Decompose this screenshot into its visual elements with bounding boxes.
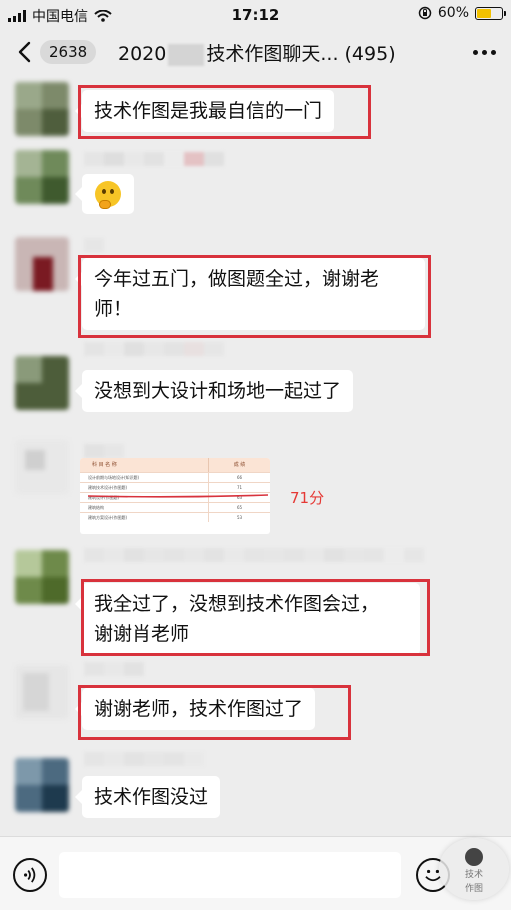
avatar[interactable] <box>15 550 69 604</box>
message-text: 技术作图没过 <box>94 786 209 808</box>
avatar[interactable] <box>15 440 69 494</box>
highlight-box <box>78 255 431 338</box>
highlight-box <box>78 685 351 740</box>
chat-input-bar <box>0 836 511 910</box>
score-subject: 建筑结构 <box>88 505 104 510</box>
lock-rotation-icon <box>418 6 432 20</box>
sender-name <box>84 152 224 166</box>
score-note: 71分 <box>290 489 325 507</box>
sender-name <box>84 662 144 676</box>
sender-name <box>84 752 204 766</box>
table-row: 建筑技术设计(作图题) 71 <box>80 482 270 492</box>
red-underline-mark <box>88 494 268 498</box>
avatar[interactable] <box>15 665 69 719</box>
highlight-box <box>81 579 430 656</box>
score-subject: 设计前期与场地设计(知识题) <box>88 475 140 480</box>
message-text: 没想到大设计和场地一起过了 <box>94 380 342 402</box>
emoji-bubble[interactable] <box>75 174 134 214</box>
table-row: 建筑方案设计(作图题) 53 <box>80 512 270 522</box>
message-bubble[interactable]: 技术作图没过 <box>74 776 221 818</box>
watermark-text: 作图 <box>464 884 483 894</box>
avatar[interactable] <box>15 82 69 136</box>
score-header-subject: 科 目 名 称 <box>92 462 117 468</box>
watermark-logo: 技术 作图 <box>439 838 509 900</box>
sender-name <box>84 548 424 562</box>
status-right: 60% <box>418 5 506 21</box>
unread-count-badge[interactable]: 2638 <box>40 40 97 64</box>
avatar[interactable] <box>15 150 69 204</box>
score-value: 53 <box>208 513 270 522</box>
score-table-image[interactable]: 科 目 名 称 成 绩 设计前期与场地设计(知识题) 66 建筑技术设计(作图题)… <box>80 458 270 534</box>
avatar[interactable] <box>15 237 69 291</box>
score-subject: 建筑方案设计(作图题) <box>88 515 128 520</box>
score-table-header: 科 目 名 称 成 绩 <box>80 458 270 472</box>
chat-nav-bar: 2638 2020 技术作图聊天... (495) <box>0 30 511 74</box>
more-dots-icon[interactable] <box>471 40 497 64</box>
battery-icon <box>475 6 506 20</box>
avatar[interactable] <box>15 758 69 812</box>
score-value: 71 <box>208 483 270 492</box>
message-bubble[interactable]: 没想到大设计和场地一起过了 <box>74 370 354 412</box>
score-subject: 建筑技术设计(作图题) <box>88 485 128 490</box>
sender-name <box>84 342 224 356</box>
battery-fill <box>477 8 492 18</box>
sender-name <box>84 444 124 458</box>
battery-percent: 60% <box>437 5 469 21</box>
back-arrow-icon[interactable] <box>14 40 38 64</box>
chat-title-suffix: 技术作图聊天... (495) <box>206 43 396 65</box>
table-row: 设计前期与场地设计(知识题) 66 <box>80 472 270 482</box>
score-header-grade: 成 绩 <box>208 458 270 472</box>
chat-title: 2020 技术作图聊天... (495) <box>118 39 396 66</box>
sender-name <box>84 238 104 252</box>
message-input[interactable] <box>59 852 401 898</box>
table-row: 建筑结构 65 <box>80 502 270 512</box>
watermark-text: 技术 <box>464 870 483 880</box>
score-value: 66 <box>208 473 270 482</box>
thinking-face-emoji <box>95 181 121 209</box>
chat-title-prefix: 2020 <box>118 43 167 65</box>
title-redaction <box>168 43 205 66</box>
highlight-box <box>78 85 371 139</box>
avatar[interactable] <box>15 356 69 410</box>
score-value: 65 <box>208 503 270 512</box>
status-bar: 中国电信 17:12 60% <box>0 0 511 30</box>
voice-input-icon[interactable] <box>13 858 47 892</box>
